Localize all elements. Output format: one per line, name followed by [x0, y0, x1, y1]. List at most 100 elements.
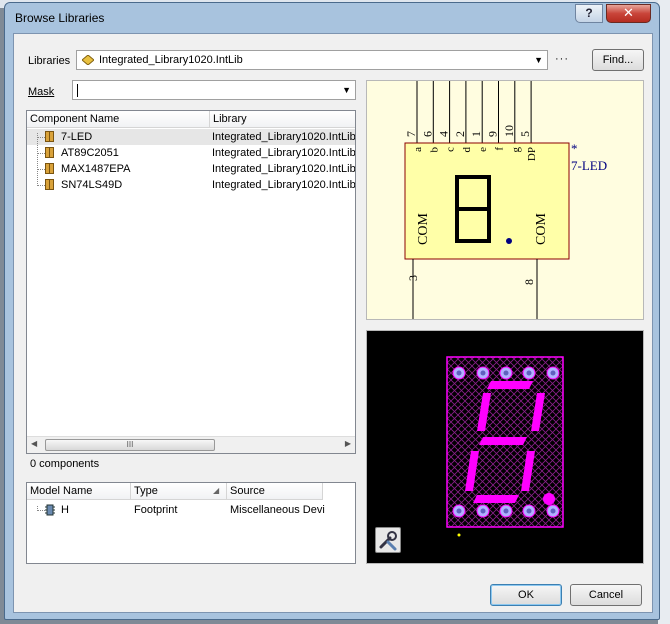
scroll-thumb[interactable]: III	[45, 439, 215, 451]
pin-label: f	[494, 147, 506, 151]
component-comment-label: 7-LED	[571, 158, 607, 173]
footprint-icon	[45, 504, 55, 516]
pad-hole	[526, 370, 532, 376]
component-row[interactable]: SN74LS49D Integrated_Library1020.IntLib	[27, 177, 355, 193]
display-segment	[479, 437, 527, 445]
column-header-model-name[interactable]: Model Name	[27, 483, 131, 500]
component-library: Integrated_Library1020.IntLib	[212, 179, 356, 191]
sort-icon: ◢	[213, 486, 220, 495]
component-library: Integrated_Library1020.IntLib	[212, 147, 356, 159]
component-icon	[45, 163, 54, 174]
libraries-value: Integrated_Library1020.IntLib	[99, 54, 243, 66]
title-bar: Browse Libraries ? ✕	[5, 3, 659, 31]
pin-label: g	[510, 147, 522, 153]
column-header-component-name[interactable]: Component Name	[27, 111, 210, 128]
component-name: AT89C2051	[61, 147, 119, 159]
model-type: Footprint	[134, 504, 178, 516]
component-row[interactable]: AT89C2051 Integrated_Library1020.IntLib	[27, 145, 355, 161]
libraries-label: Libraries	[28, 55, 71, 67]
pad-hole	[503, 508, 509, 514]
pad-hole	[550, 508, 556, 514]
models-list[interactable]: Model Name Type ◢ Source H Footprint Mis…	[26, 482, 356, 564]
tree-connector	[37, 137, 45, 138]
chevron-down-icon: ▼	[342, 85, 351, 95]
close-button[interactable]: ✕	[606, 4, 651, 23]
component-icon	[45, 147, 54, 158]
model-source: Miscellaneous Devi	[230, 504, 325, 516]
text-caret	[77, 84, 78, 97]
pin-number: 2	[453, 131, 467, 137]
pad-hole	[456, 508, 462, 514]
pin-label: e	[477, 147, 489, 152]
footprint-preview	[366, 330, 644, 564]
column-header-source[interactable]: Source	[227, 483, 323, 500]
pin-number: 4	[437, 131, 451, 137]
pin-label: c	[445, 147, 457, 152]
component-name: 7-LED	[61, 131, 93, 143]
tree-connector	[37, 185, 45, 186]
pin-label: d	[461, 147, 473, 153]
column-header-library[interactable]: Library	[210, 111, 355, 128]
component-row[interactable]: MAX1487EPA Integrated_Library1020.IntLib	[27, 161, 355, 177]
mask-label: Mask	[28, 86, 55, 98]
symbol-preview: 7 6 4 2 1 9 10 5 a b c d e f g DP COM COM 3 8 * 7-LED	[366, 80, 644, 320]
dp-dot	[506, 238, 512, 244]
component-row[interactable]: 7-LED Integrated_Library1020.IntLib	[27, 129, 355, 145]
footprint-tools-button[interactable]	[375, 527, 401, 553]
browse-libraries-dialog: Browse Libraries ? ✕ Libraries Integrate…	[4, 2, 660, 620]
model-row[interactable]: H Footprint Miscellaneous Devi	[27, 502, 355, 518]
pin-number: 5	[518, 131, 532, 137]
pad-hole	[550, 370, 556, 376]
pad-hole	[480, 370, 486, 376]
library-icon	[81, 54, 95, 66]
tree-connector	[37, 133, 38, 186]
dialog-title: Browse Libraries	[15, 11, 105, 25]
wrench-icon	[379, 531, 397, 551]
chevron-down-icon: ▼	[534, 55, 543, 65]
pad-hole	[526, 508, 532, 514]
mask-input[interactable]: ▼	[72, 80, 356, 100]
designator-label: *	[571, 141, 578, 156]
tree-connector	[37, 153, 45, 154]
dialog-client: Libraries Integrated_Library1020.IntLib …	[13, 33, 653, 613]
scroll-right-icon[interactable]: ▶	[345, 439, 351, 448]
pin-number: 10	[502, 125, 516, 137]
pad-hole	[503, 370, 509, 376]
libraries-combo[interactable]: Integrated_Library1020.IntLib ▼ ···	[76, 50, 568, 70]
tree-connector	[37, 510, 45, 511]
component-icon	[45, 179, 54, 190]
pin-number: 1	[469, 131, 483, 137]
origin-marker	[457, 533, 461, 537]
pin-number-bottom-left: 3	[406, 275, 420, 281]
find-button[interactable]: Find...	[592, 49, 644, 71]
more-button[interactable]: ···	[555, 53, 569, 65]
model-name: H	[61, 504, 69, 516]
display-decimal-point	[543, 493, 555, 505]
footprint-graphic	[446, 356, 564, 537]
pin-number: 7	[404, 131, 418, 137]
symbol-graphic: 7 6 4 2 1 9 10 5 a b c d e f g DP COM COM 3 8 * 7-LED	[404, 81, 607, 319]
help-button[interactable]: ?	[575, 4, 603, 23]
pin-number: 6	[420, 131, 434, 137]
com-left-label: COM	[416, 213, 431, 245]
components-count: 0 components	[30, 458, 100, 470]
pad-hole	[480, 508, 486, 514]
component-name: SN74LS49D	[61, 179, 123, 191]
components-horizontal-scrollbar[interactable]: ◀ III ▶	[27, 436, 355, 453]
pin-number: 9	[486, 131, 500, 137]
ok-button[interactable]: OK	[490, 584, 562, 606]
component-library: Integrated_Library1020.IntLib	[212, 163, 356, 175]
pin-label: b	[428, 147, 440, 153]
display-segment	[487, 381, 533, 389]
pin-label: DP	[526, 147, 538, 161]
component-icon	[45, 131, 54, 142]
components-list[interactable]: Component Name Library 7-LED Integrated_…	[26, 110, 356, 454]
pin-label: a	[412, 147, 424, 152]
com-right-label: COM	[534, 213, 549, 245]
component-name: MAX1487EPA	[61, 163, 131, 175]
pad-hole	[456, 370, 462, 376]
cancel-button[interactable]: Cancel	[570, 584, 642, 606]
scroll-left-icon[interactable]: ◀	[31, 439, 37, 448]
pin-number-bottom-right: 8	[522, 279, 536, 285]
display-segment	[473, 495, 519, 503]
